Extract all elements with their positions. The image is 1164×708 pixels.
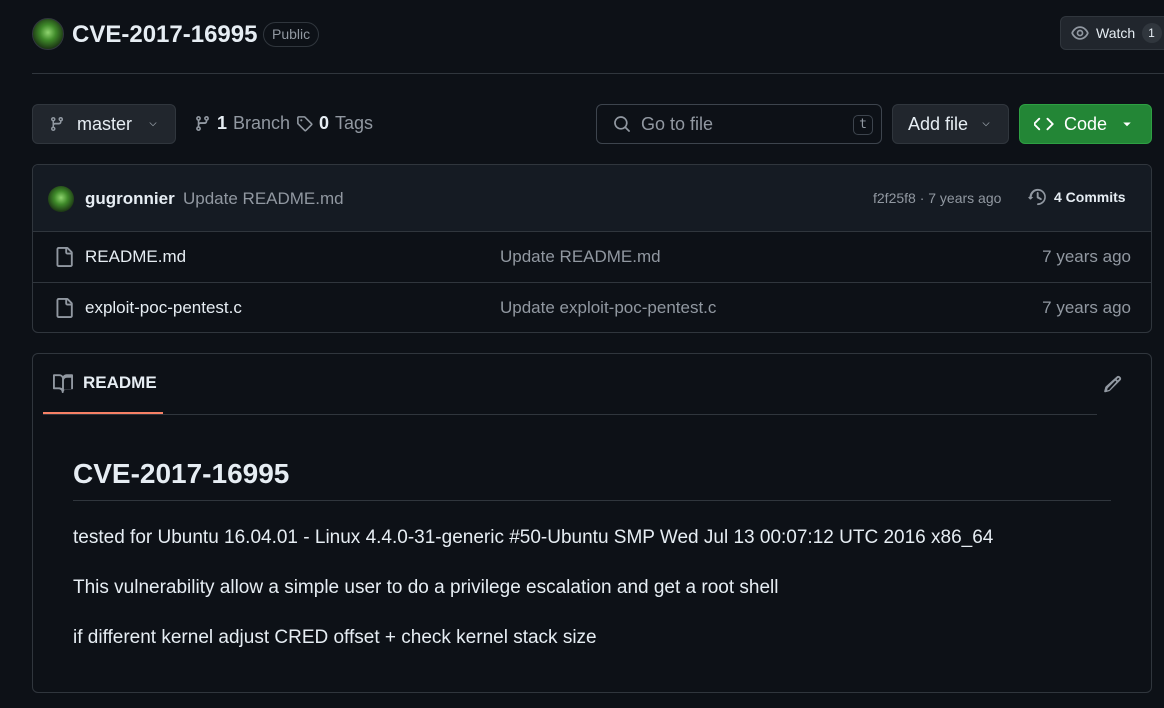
tag-count: 0 (319, 113, 330, 133)
triangle-down-icon (1123, 122, 1131, 127)
branches-link[interactable]: 1 Branch (194, 113, 290, 134)
git-branch-icon (196, 116, 209, 131)
readme-heading: CVE-2017-16995 (73, 454, 1111, 501)
readme-panel: README CVE-2017-16995 tested for Ubuntu … (32, 353, 1152, 693)
file-list: gugronnier Update README.md f2f25f8 · 7 … (32, 164, 1152, 333)
tab-readme[interactable]: README (43, 354, 163, 414)
commits-history-link[interactable]: 4 Commits (1028, 187, 1126, 207)
tag-label: Tags (335, 113, 374, 133)
watch-count: 1 (1142, 23, 1163, 43)
readme-tab-label: README (83, 373, 157, 392)
file-icon (56, 298, 73, 318)
readme-content: CVE-2017-16995 tested for Ubuntu 16.04.0… (73, 454, 1111, 651)
readme-tabbar: README (43, 354, 1097, 415)
owner-avatar[interactable] (32, 18, 64, 50)
file-commit-message[interactable]: Update README.md (500, 247, 661, 267)
commit-hash-time[interactable]: f2f25f8 · 7 years ago (873, 190, 1001, 206)
file-age: 7 years ago (1042, 298, 1131, 317)
code-button[interactable]: Code (1019, 104, 1152, 144)
add-file-button[interactable]: Add file (892, 104, 1009, 144)
go-to-file-input[interactable] (641, 113, 831, 135)
file-name[interactable]: README.md (85, 247, 186, 267)
tag-icon (297, 116, 313, 132)
branch-label: Branch (233, 113, 291, 133)
code-icon (1034, 117, 1054, 131)
branch-count: 1 (217, 113, 228, 133)
repo-header: CVE-2017-16995 Public Watch 1 (32, 16, 1164, 74)
file-row[interactable]: exploit-poc-pentest.c Update exploit-poc… (33, 283, 1151, 332)
history-icon (1028, 188, 1046, 206)
commits-count-label: 4 Commits (1054, 189, 1126, 205)
repo-toolbar: master 1 Branch 0 Tags t Add file Code (32, 104, 1152, 144)
file-row[interactable]: README.md Update README.md 7 years ago (33, 232, 1151, 283)
go-to-file-search[interactable]: t (596, 104, 882, 144)
file-name[interactable]: exploit-poc-pentest.c (85, 298, 242, 318)
readme-paragraph: if different kernel adjust CRED offset +… (73, 627, 597, 648)
shortcut-key: t (853, 115, 873, 135)
code-label: Code (1064, 113, 1108, 134)
readme-paragraph: This vulnerability allow a simple user t… (73, 577, 779, 598)
watch-button[interactable]: Watch 1 (1060, 16, 1164, 50)
watch-label: Watch (1096, 25, 1136, 41)
branch-select-button[interactable]: master (32, 104, 176, 144)
search-icon (614, 116, 630, 132)
eye-icon (1071, 26, 1089, 40)
commit-message[interactable]: Update README.md (183, 189, 344, 209)
pencil-icon[interactable] (1103, 374, 1123, 394)
git-branch-icon (51, 116, 63, 132)
chevron-down-icon (149, 122, 157, 127)
author-avatar[interactable] (48, 186, 74, 212)
chevron-down-icon (982, 122, 990, 127)
file-icon (56, 247, 73, 267)
tags-link[interactable]: 0 Tags (296, 113, 373, 134)
file-age: 7 years ago (1042, 247, 1131, 266)
repo-title[interactable]: CVE-2017-16995 (72, 20, 257, 50)
latest-commit-row: gugronnier Update README.md f2f25f8 · 7 … (33, 165, 1151, 232)
branch-name: master (77, 113, 133, 134)
file-commit-message[interactable]: Update exploit-poc-pentest.c (500, 298, 716, 318)
add-file-label: Add file (908, 113, 969, 134)
visibility-badge: Public (263, 22, 320, 47)
commit-author[interactable]: gugronnier (85, 189, 175, 209)
readme-paragraph: tested for Ubuntu 16.04.01 - Linux 4.4.0… (73, 527, 994, 548)
book-icon (53, 374, 73, 393)
